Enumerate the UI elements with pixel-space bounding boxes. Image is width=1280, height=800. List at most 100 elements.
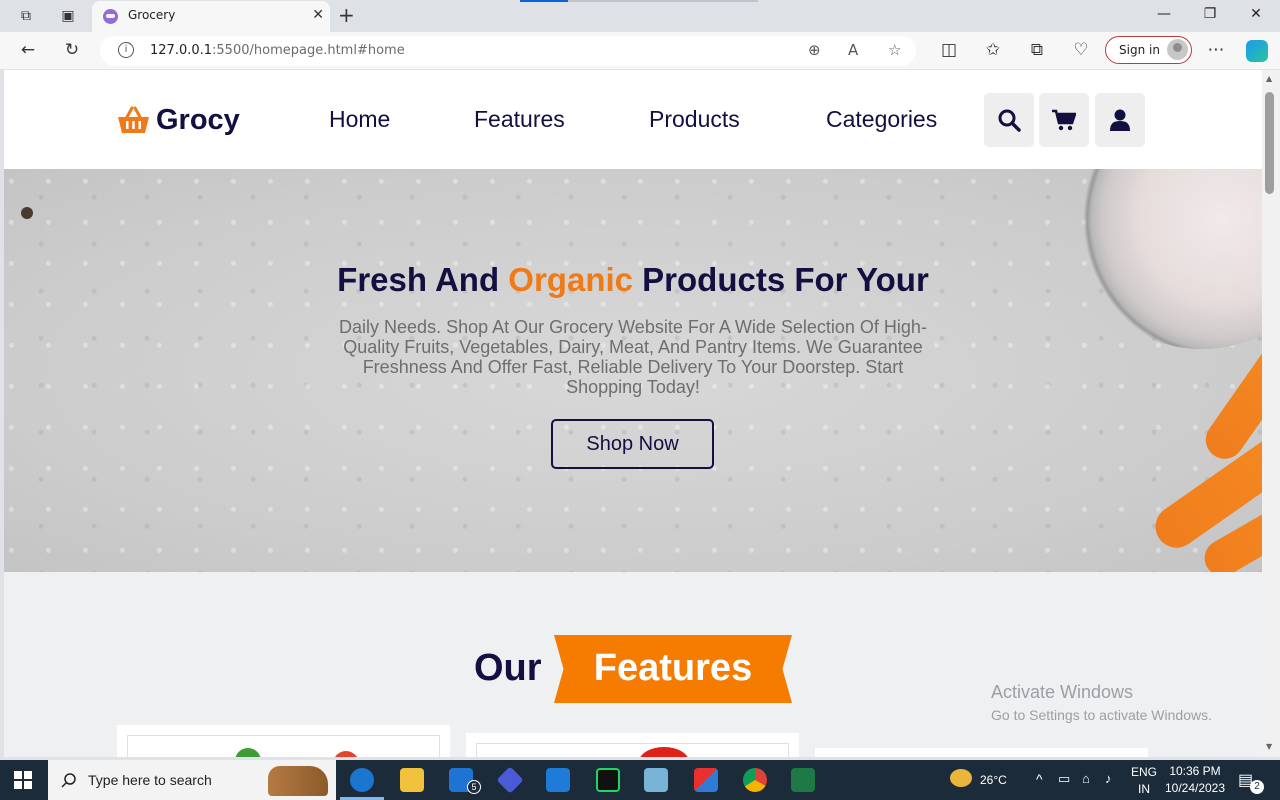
profile-avatar [1167,39,1188,60]
browser-tab[interactable]: Grocery ✕ [92,1,330,32]
nav-link-products[interactable]: Products [649,106,740,133]
file-explorer-icon[interactable] [400,768,424,792]
page-scrollbar[interactable]: ▲ ▼ [1262,70,1280,757]
hero-description: Daily Needs. Shop At Our Grocery Website… [339,317,927,397]
scroll-up-icon[interactable]: ▲ [1266,74,1272,83]
edge-taskbar-icon[interactable] [350,768,374,792]
notification-badge: 2 [1250,780,1264,794]
sign-in-button[interactable]: Sign in [1105,36,1192,64]
taskbar-search-box[interactable]: Type here to search [48,760,336,800]
feature-card-image [127,735,440,757]
browser-essentials-icon[interactable]: ♡ [1069,40,1093,60]
tab-actions-icon[interactable]: ▣ [57,6,79,26]
restore-icon[interactable]: ❐ [1187,6,1233,22]
tab-title: Grocery [128,8,176,22]
clock-time[interactable]: 10:36 PM [1162,764,1228,778]
bing-app-icon[interactable] [496,766,524,794]
zoom-icon[interactable]: ⊕ [808,41,821,59]
nav-link-categories[interactable]: Categories [826,106,937,133]
carrot-image [1198,329,1262,467]
sign-in-label: Sign in [1119,43,1160,57]
activation-subtitle: Go to Settings to activate Windows. [991,707,1212,723]
window-close-icon[interactable]: ✕ [1233,6,1279,22]
delivery-image [639,747,689,757]
nav-link-features[interactable]: Features [474,106,565,133]
search-highlight-horse-image [268,766,328,796]
features-heading-word: Features [593,647,753,689]
features-heading-plain: Our [474,647,542,689]
shop-now-button[interactable]: Shop Now [551,419,714,469]
hero-title: Fresh And Organic Products For Your [4,261,1262,299]
office-app-icon[interactable] [694,768,718,792]
volume-icon[interactable]: ♪ [1105,771,1112,786]
browser-tab-bar: ⧉ ▣ Grocery ✕ + — ❐ ✕ [0,0,1280,32]
pycharm-icon[interactable] [596,768,620,792]
windows-activation-watermark: Activate Windows Go to Settings to activ… [991,682,1212,723]
favorites-icon[interactable]: ✩ [981,40,1005,60]
microsoft-store-icon[interactable] [546,768,570,792]
address-url[interactable]: 127.0.0.1:5500/homepage.html#home [150,43,405,58]
url-path: :5500/homepage.html#home [212,43,405,58]
feature-card-image [476,743,789,757]
notes-app-icon[interactable] [644,768,668,792]
feature-card [117,725,450,757]
weather-icon[interactable] [950,769,972,787]
minimize-icon[interactable]: — [1141,6,1187,22]
windows-start-icon[interactable] [14,771,32,789]
cart-icon [1052,109,1076,131]
workspaces-icon[interactable]: ⧉ [15,6,37,26]
tab-strip-indicator [520,0,568,2]
mail-badge: 5 [467,780,481,794]
clock-date[interactable]: 10/24/2023 [1162,781,1228,795]
copilot-icon[interactable] [1246,40,1268,62]
scroll-thumb[interactable] [1265,92,1274,194]
favorite-star-icon[interactable]: ☆ [888,41,901,59]
taskbar-search-placeholder: Type here to search [88,772,212,788]
hero-title-accent: Organic [508,261,633,298]
address-bar[interactable]: i 127.0.0.1:5500/homepage.html#home ⊕ A … [100,36,916,66]
tab-strip-track [568,0,758,2]
feature-card [815,748,1148,757]
search-icon [998,109,1021,132]
salt-bowl-image [1072,169,1262,349]
tab-close-icon[interactable]: ✕ [312,7,324,23]
battery-icon[interactable]: ▭ [1058,771,1070,787]
weather-temperature[interactable]: 26°C [980,773,1007,787]
windows-taskbar: Type here to search 5 26°C ^ ▭ ⌂ ♪ ENG I… [0,760,1280,800]
language-top[interactable]: ENG [1131,765,1157,779]
excel-icon[interactable] [791,768,815,792]
tab-favicon-icon [103,9,118,24]
tray-chevron-icon[interactable]: ^ [1036,771,1043,787]
tomato-image [333,751,359,757]
site-logo[interactable]: Grocy [117,100,240,140]
scroll-down-icon[interactable]: ▼ [1266,742,1272,751]
split-screen-icon[interactable]: ◫ [937,40,961,60]
refresh-icon[interactable]: ↻ [60,40,84,60]
nav-link-home[interactable]: Home [329,106,390,133]
hero-title-start: Fresh And [337,261,509,298]
network-icon[interactable]: ⌂ [1082,771,1090,786]
hero-section: Fresh And Organic Products For Your Dail… [4,169,1262,572]
site-info-icon[interactable]: i [118,42,134,58]
browser-toolbar: ← ↻ i 127.0.0.1:5500/homepage.html#home … [0,32,1280,70]
page-viewport: Grocy Home Features Products Categories [4,70,1262,757]
feature-card [466,733,799,757]
url-host: 127.0.0.1 [150,43,213,58]
user-button[interactable] [1095,93,1145,147]
read-aloud-icon[interactable]: A [848,41,858,59]
activation-title: Activate Windows [991,682,1134,702]
logo-text: Grocy [156,103,240,136]
new-tab-icon[interactable]: + [338,3,355,27]
language-bottom[interactable]: IN [1131,782,1157,796]
more-menu-icon[interactable]: ⋯ [1204,40,1228,60]
vegetable-image [235,748,261,757]
site-header: Grocy Home Features Products Categories [4,70,1262,169]
chrome-icon[interactable] [743,768,767,792]
back-icon[interactable]: ← [16,40,40,60]
basket-icon [118,106,149,133]
hero-title-end: Products For Your [633,261,929,298]
user-icon [1110,109,1130,131]
search-button[interactable] [984,93,1034,147]
cart-button[interactable] [1039,93,1089,147]
collections-icon[interactable]: ⧉ [1025,40,1049,60]
